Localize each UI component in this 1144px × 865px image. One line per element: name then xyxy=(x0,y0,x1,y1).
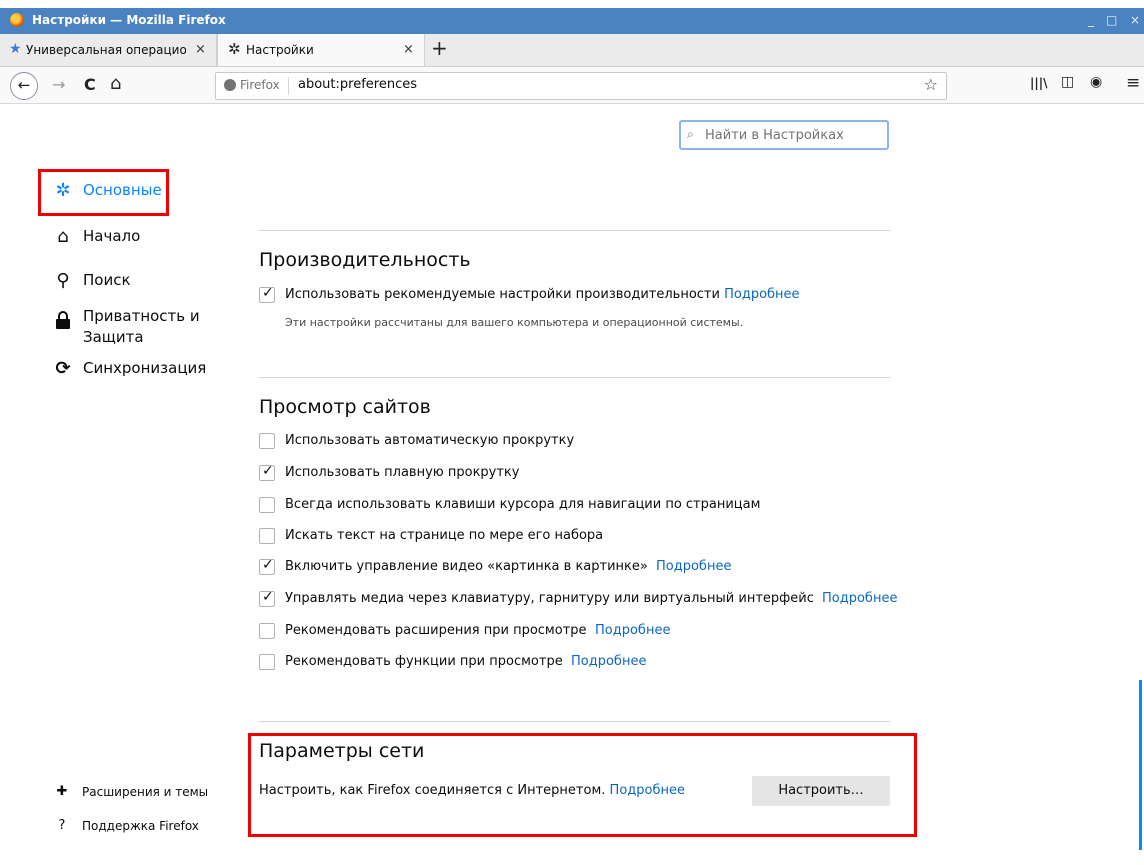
reload-button[interactable]: C xyxy=(84,75,96,94)
sidebar-item-label: Синхронизация xyxy=(83,359,207,377)
checkbox[interactable] xyxy=(259,623,275,639)
tab-label: Универсальная операцио xyxy=(26,43,186,57)
sidebar-item-label: Приватность и Защита xyxy=(83,307,200,346)
section-divider xyxy=(259,721,890,722)
learn-more-link[interactable]: Подробнее xyxy=(571,654,646,669)
performance-heading: Производительность xyxy=(259,249,471,271)
sidebar-item-label: Поиск xyxy=(83,271,131,289)
learn-more-link[interactable]: Подробнее xyxy=(822,591,897,606)
option-label: Рекомендовать расширения при просмотре xyxy=(285,623,587,638)
scrollbar[interactable] xyxy=(1139,680,1142,850)
learn-more-link[interactable]: Подробнее xyxy=(656,559,731,574)
close-tab-button[interactable]: × xyxy=(403,42,414,57)
option-label: Использовать автоматическую прокрутку xyxy=(285,433,575,448)
network-settings-button[interactable]: Настроить… xyxy=(752,776,890,806)
new-tab-button[interactable]: + xyxy=(431,36,448,60)
help-icon: ? xyxy=(58,818,66,833)
close-tab-button[interactable]: × xyxy=(195,42,206,57)
checkbox[interactable]: ✓ xyxy=(259,589,275,607)
url-bar[interactable]: Firefox about:preferences ☆ xyxy=(215,72,947,100)
checkmark-icon: ✓ xyxy=(262,557,274,573)
lock-icon xyxy=(52,311,74,334)
maximize-button[interactable]: □ xyxy=(1106,13,1117,27)
section-divider xyxy=(259,377,890,378)
tab-strip: ★ Универсальная операцио × ✲ Настройки ×… xyxy=(0,34,1144,67)
learn-more-link[interactable]: Подробнее xyxy=(724,287,799,302)
checkmark-icon: ✓ xyxy=(262,589,274,605)
minimize-button[interactable]: _ xyxy=(1088,13,1094,27)
close-window-button[interactable]: × xyxy=(1130,13,1140,27)
sync-icon: ⟳ xyxy=(55,358,71,379)
sidebar-button[interactable]: ◫ xyxy=(1061,74,1074,90)
search-icon: ⌕ xyxy=(687,127,694,141)
learn-more-link[interactable]: Подробнее xyxy=(595,623,670,638)
navigation-toolbar: ← → C ⌂ Firefox about:preferences ☆ |||\… xyxy=(0,67,1144,104)
url-text[interactable]: about:preferences xyxy=(298,77,417,92)
option-label: Управлять медиа через клавиатуру, гарнит… xyxy=(285,591,814,606)
window-titlebar: Настройки — Mozilla Firefox _ □ × xyxy=(0,8,1144,34)
search-icon: ⚲ xyxy=(56,270,70,291)
network-description: Настроить, как Firefox соединяется с Инт… xyxy=(259,783,685,798)
window-title: Настройки — Mozilla Firefox xyxy=(32,13,226,27)
checkbox[interactable]: ✓ xyxy=(259,285,275,303)
site-identity-label: Firefox xyxy=(240,78,280,92)
sidebar-item-label: Начало xyxy=(83,227,141,245)
home-button[interactable]: ⌂ xyxy=(110,73,121,94)
tab-settings[interactable]: ✲ Настройки × xyxy=(217,34,425,66)
checkbox[interactable]: ✓ xyxy=(259,557,275,575)
network-heading: Параметры сети xyxy=(259,740,425,762)
star-icon: ★ xyxy=(9,41,22,57)
firefox-logo-icon xyxy=(10,13,24,27)
gear-icon: ✲ xyxy=(228,40,241,58)
learn-more-link[interactable]: Подробнее xyxy=(610,783,685,798)
tab-universal[interactable]: ★ Универсальная операцио × xyxy=(0,34,217,66)
footer-label: Поддержка Firefox xyxy=(82,819,199,833)
checkbox[interactable] xyxy=(259,528,275,544)
option-label: Включить управление видео «картинка в ка… xyxy=(285,559,648,574)
home-icon: ⌂ xyxy=(57,226,69,247)
settings-search-input[interactable]: ⌕ Найти в Настройках xyxy=(679,120,889,150)
checkbox[interactable]: ✓ xyxy=(259,463,275,481)
bookmark-star-icon[interactable]: ☆ xyxy=(924,75,938,94)
url-separator xyxy=(288,77,289,95)
checkbox[interactable] xyxy=(259,433,275,449)
search-placeholder: Найти в Настройках xyxy=(705,128,844,143)
checkmark-icon: ✓ xyxy=(262,463,274,479)
option-label: Искать текст на странице по мере его наб… xyxy=(285,528,604,543)
option-label: Использовать плавную прокрутку xyxy=(285,465,520,480)
checkmark-icon: ✓ xyxy=(262,285,274,301)
option-label: Использовать рекомендуемые настройки про… xyxy=(285,287,800,302)
checkbox[interactable] xyxy=(259,497,275,513)
library-button[interactable]: |||\ xyxy=(1030,76,1048,90)
back-button[interactable]: ← xyxy=(10,72,38,100)
footer-label: Расширения и темы xyxy=(82,785,209,799)
menu-button[interactable]: ≡ xyxy=(1126,73,1140,93)
section-divider xyxy=(259,230,890,231)
forward-button[interactable]: → xyxy=(52,75,65,94)
performance-description: Эти настройки рассчитаны для вашего комп… xyxy=(285,316,744,329)
sidebar-item-label: Основные xyxy=(83,181,162,199)
firefox-identity-icon xyxy=(224,79,236,91)
gear-icon: ✲ xyxy=(55,180,71,201)
puzzle-icon: ✚ xyxy=(56,784,68,799)
option-label: Рекомендовать функции при просмотре xyxy=(285,654,563,669)
tab-label: Настройки xyxy=(246,43,314,57)
option-label: Всегда использовать клавиши курсора для … xyxy=(285,497,761,512)
checkbox[interactable] xyxy=(259,654,275,670)
account-button[interactable]: ◉ xyxy=(1090,74,1102,90)
browsing-heading: Просмотр сайтов xyxy=(259,396,431,418)
